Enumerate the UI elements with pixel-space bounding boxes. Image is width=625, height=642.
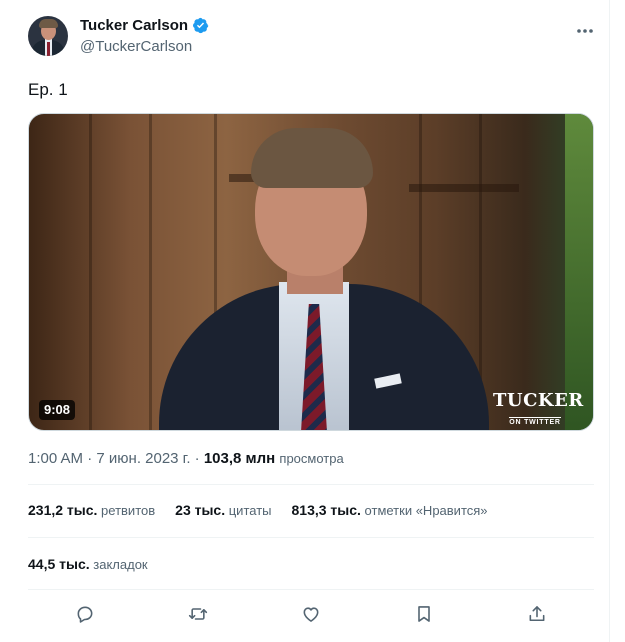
retweets-count: 231,2 тыс. xyxy=(28,502,98,518)
watermark-sub: ON TWITTER xyxy=(509,417,561,426)
likes-count: 813,3 тыс. xyxy=(291,502,361,518)
tweet-text: Ep. 1 xyxy=(28,80,68,99)
like-icon[interactable] xyxy=(297,600,325,628)
quotes-label: цитаты xyxy=(228,503,272,518)
retweets-label: ретвитов xyxy=(101,503,156,518)
video-player[interactable]: 9:08 TUCKER ON TWITTER xyxy=(28,113,594,431)
more-horizontal-icon[interactable] xyxy=(572,18,598,44)
quotes-stat[interactable]: 23 тыс. цитаты xyxy=(175,502,271,518)
engagement-stats: 231,2 тыс. ретвитов 23 тыс. цитаты 813,3… xyxy=(28,502,508,518)
tweet-date[interactable]: 7 июн. 2023 г. xyxy=(96,450,190,467)
tweet-time[interactable]: 1:00 AM xyxy=(28,450,83,467)
divider xyxy=(28,484,594,485)
share-icon[interactable] xyxy=(523,600,551,628)
author-name-line: Tucker Carlson xyxy=(80,17,209,34)
tweet-meta: 1:00 AM · 7 июн. 2023 г. · 103,8 млн про… xyxy=(28,450,344,467)
divider xyxy=(28,589,594,590)
video-watermark: TUCKER ON TWITTER xyxy=(493,390,584,429)
reply-icon[interactable] xyxy=(71,600,99,628)
bookmarks-count: 44,5 тыс. xyxy=(28,556,90,572)
author-handle[interactable]: @TuckerCarlson xyxy=(80,38,192,55)
bookmarks-stat: 44,5 тыс. закладок xyxy=(28,556,148,572)
watermark-main: TUCKER xyxy=(493,390,584,411)
bookmark-icon[interactable] xyxy=(410,600,438,628)
divider xyxy=(28,537,594,538)
video-duration: 9:08 xyxy=(39,400,76,420)
tweet-actions xyxy=(28,598,594,630)
likes-stat[interactable]: 813,3 тыс. отметки «Нравится» xyxy=(292,502,488,518)
verified-badge-icon[interactable] xyxy=(192,17,209,34)
retweets-stat[interactable]: 231,2 тыс. ретвитов xyxy=(28,502,155,518)
meta-separator: · xyxy=(87,450,93,467)
meta-separator-2: · xyxy=(194,450,200,467)
views-label: просмотра xyxy=(279,451,344,466)
author-display-name[interactable]: Tucker Carlson xyxy=(80,17,188,34)
views-count: 103,8 млн xyxy=(203,450,276,467)
likes-label: отметки «Нравится» xyxy=(364,503,488,518)
avatar[interactable] xyxy=(28,16,68,56)
tweet-header: Tucker Carlson @TuckerCarlson xyxy=(28,16,598,60)
column-border xyxy=(609,0,610,642)
bookmarks-label: закладок xyxy=(93,557,148,572)
quotes-count: 23 тыс. xyxy=(175,502,226,518)
retweet-icon[interactable] xyxy=(184,600,212,628)
